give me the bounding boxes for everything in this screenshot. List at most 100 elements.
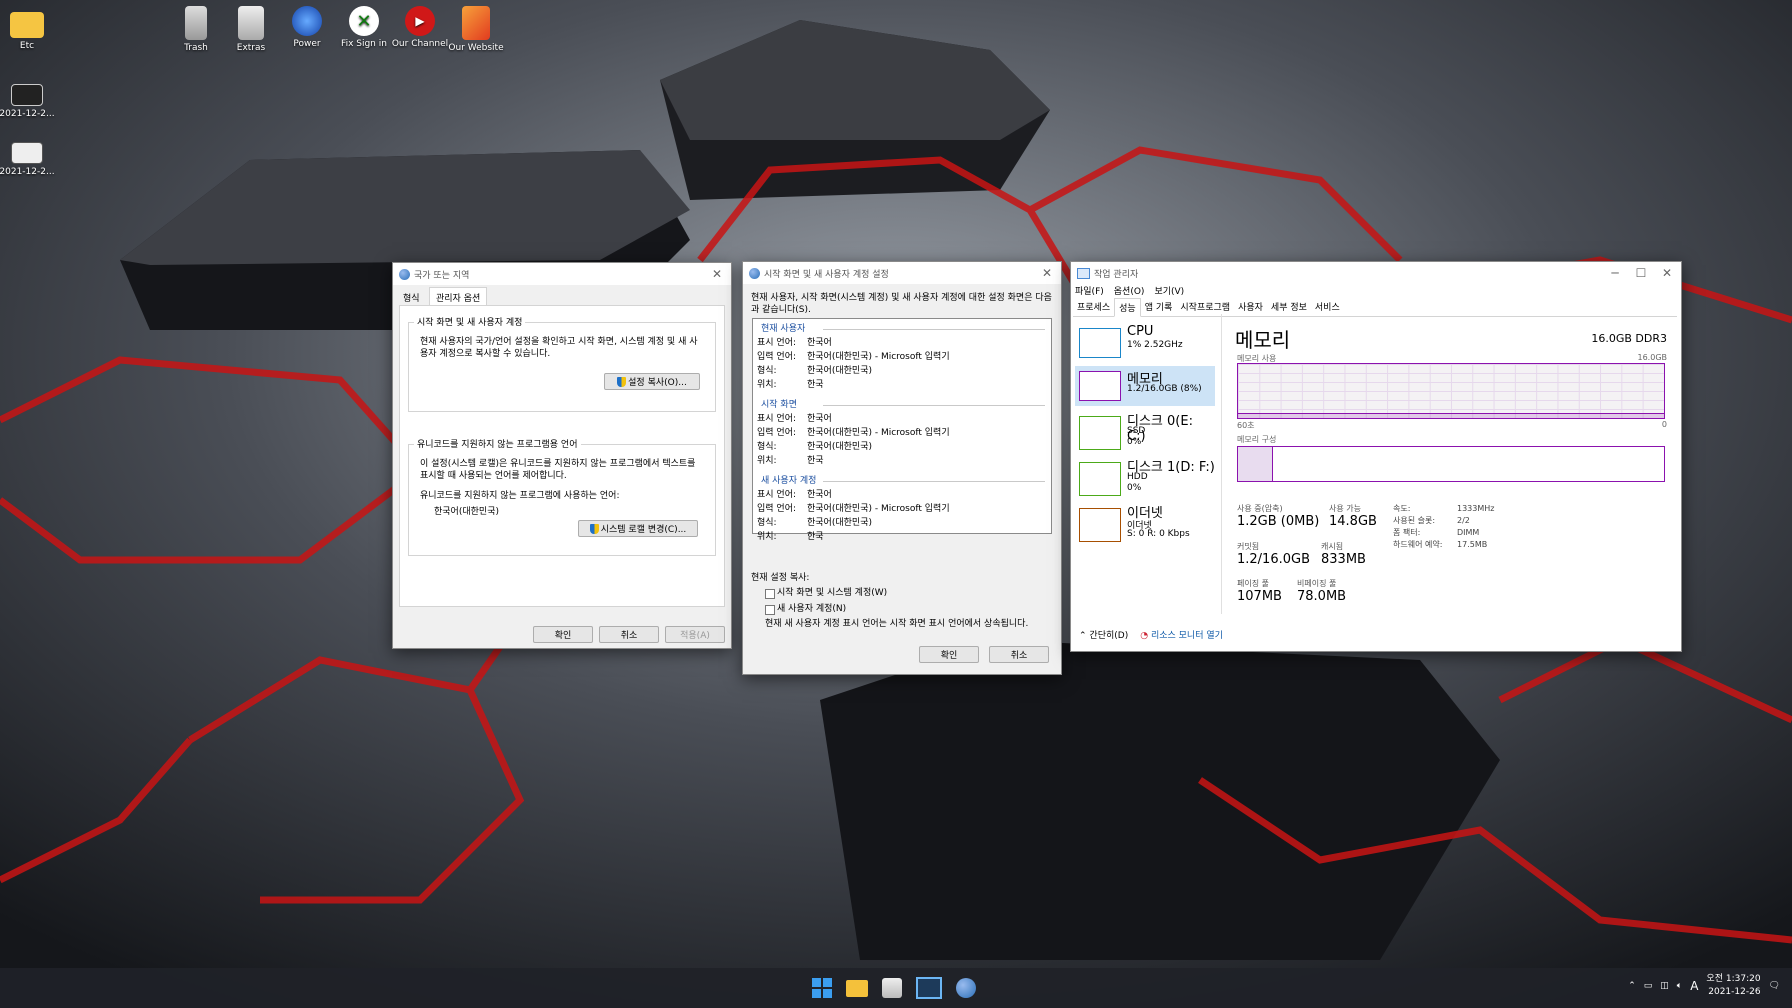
section-header: 새 사용자 계정 [761, 476, 817, 486]
welcome-settings-dialog: 시작 화면 및 새 사용자 계정 설정 ✕ 현재 사용자, 시작 화면(시스템 … [742, 261, 1062, 675]
desktop-icon-label: Extras [236, 43, 266, 53]
paged-label: 페이징 풀 [1237, 579, 1269, 588]
setting-key: 형식: [757, 366, 777, 376]
maximize-icon[interactable]: ☐ [1633, 266, 1649, 280]
desktop-icon-extras[interactable]: Extras [221, 6, 281, 53]
desktop-icon-etc[interactable]: Etc [0, 8, 57, 51]
fewer-details-link[interactable]: ⌃ 간단히(D) [1079, 628, 1128, 641]
setting-value: 한국어(대한민국) - Microsoft 입력기 [807, 504, 950, 514]
ok-button[interactable]: 확인 [533, 626, 593, 643]
sidebar-item-disk1[interactable]: 디스크 1(D: F:) HDD 0% [1075, 456, 1215, 498]
taskmgr-titlebar[interactable]: 작업 관리자 ─ ☐ ✕ [1071, 262, 1681, 284]
close-icon[interactable]: ✕ [1659, 266, 1675, 280]
start-icon[interactable] [812, 978, 832, 998]
sidebar-item-ethernet[interactable]: 이더넷 이더넷 S: 0 R: 0 Kbps [1075, 502, 1215, 544]
section-divider [823, 481, 1045, 482]
notification-area-icon[interactable]: ▭ [1644, 981, 1653, 991]
desktop-icon-screenshot-2[interactable]: 2021-12-2... [0, 136, 57, 177]
network-icon[interactable]: ◫ [1660, 981, 1669, 991]
cancel-button[interactable]: 취소 [599, 626, 659, 643]
copy-settings-button[interactable]: 설정 복사(O)... [604, 373, 700, 390]
ok-button[interactable]: 확인 [919, 646, 979, 663]
setting-key: 위치: [757, 456, 777, 466]
volume-icon[interactable]: 🔈︎ [1677, 981, 1682, 991]
tab-details[interactable]: 세부 정보 [1267, 298, 1311, 316]
close-icon[interactable]: ✕ [709, 267, 725, 281]
footer-bar: ⌃ 간단히(D) ◔ 리소스 모니터 열기 [1079, 628, 1223, 641]
tab-users[interactable]: 사용자 [1234, 298, 1267, 316]
tab-format[interactable]: 형식 [403, 291, 420, 304]
menu-bar: 파일(F) 옵션(O) 보기(V) [1075, 284, 1184, 297]
image-file-icon [11, 142, 43, 164]
section-divider [823, 329, 1045, 330]
sidebar-item-disk0[interactable]: 디스크 0(E: C:) SSD 0% [1075, 410, 1215, 452]
sidebar-item-cpu[interactable]: CPU 1% 2.52GHz [1075, 324, 1215, 362]
new-user-checkbox[interactable] [765, 605, 775, 615]
new-user-checkbox-label: 새 사용자 계정(N) [777, 604, 847, 614]
desktop-icon-label: Our Channel [391, 39, 449, 49]
power-icon [292, 6, 322, 36]
change-locale-button[interactable]: 시스템 로캘 변경(C)... [578, 520, 698, 537]
region-titlebar[interactable]: 국가 또는 지역 ✕ [393, 263, 731, 285]
welcome-group-text: 현재 사용자의 국가/언어 설정을 확인하고 시작 화면, 시스템 계정 및 새… [420, 337, 698, 359]
committed-label: 커밋됨 [1237, 542, 1260, 551]
chevron-up-icon: ⌃ [1079, 631, 1087, 641]
copy-to-label: 현재 설정 복사: [751, 573, 810, 583]
task-manager-window: 작업 관리자 ─ ☐ ✕ 파일(F) 옵션(O) 보기(V) 프로세스 성능 앱… [1070, 261, 1682, 652]
desktop-icon-power[interactable]: Power [277, 6, 337, 49]
inheritance-note: 현재 새 사용자 계정 표시 언어는 시작 화면 표시 언어에서 상속됩니다. [765, 619, 1029, 629]
sidebar-sub: SSD [1127, 426, 1146, 436]
setting-value: 한국 [807, 456, 824, 466]
nonpaged-value: 78.0MB [1297, 589, 1347, 604]
resource-monitor-link[interactable]: ◔ 리소스 모니터 열기 [1140, 628, 1223, 641]
store-icon[interactable] [882, 978, 902, 998]
setting-value: 한국 [807, 532, 824, 542]
sidebar-item-memory[interactable]: 메모리 1.2/16.0GB (8%) [1075, 366, 1215, 406]
menu-view[interactable]: 보기(V) [1154, 284, 1184, 297]
setting-key: 표시 언어: [757, 338, 797, 348]
desktop-icon-trash[interactable]: Trash [166, 6, 226, 53]
cached-label: 캐시됨 [1321, 542, 1344, 551]
chevron-up-icon[interactable]: ⌃ [1628, 981, 1636, 991]
file-explorer-icon[interactable] [846, 979, 868, 997]
task-manager-taskbar-icon[interactable] [916, 977, 942, 999]
desktop-icon-our-website[interactable]: Our Website [446, 6, 506, 53]
desktop-icon-label: Our Website [448, 43, 504, 53]
tab-services[interactable]: 서비스 [1311, 298, 1344, 316]
welcome-titlebar[interactable]: 시작 화면 및 새 사용자 계정 설정 ✕ [743, 262, 1061, 284]
cached-value: 833MB [1321, 552, 1366, 567]
welcome-screen-checkbox[interactable] [765, 589, 775, 599]
notifications-icon[interactable]: 🗨︎ [1769, 981, 1780, 991]
resource-sidebar: CPU 1% 2.52GHz 메모리 1.2/16.0GB (8%) 디스크 0… [1071, 314, 1222, 614]
clock[interactable]: 오전 1:37:20 2021-12-26 [1706, 973, 1760, 999]
tab-admin-options[interactable]: 관리자 옵션 [429, 287, 488, 307]
ime-indicator[interactable]: A [1690, 979, 1698, 993]
desktop-icon-fix-sign-in[interactable]: ✕ Fix Sign in [334, 6, 394, 49]
apply-button[interactable]: 적용(A) [665, 626, 725, 643]
setting-key: 위치: [757, 532, 777, 542]
cancel-button[interactable]: 취소 [989, 646, 1049, 663]
desktop-icon-screenshot-1[interactable]: 2021-12-2... [0, 78, 57, 119]
minimize-icon[interactable]: ─ [1607, 266, 1623, 280]
sidebar-sub: 1% 2.52GHz [1127, 340, 1183, 350]
memory-composition-bar [1237, 446, 1665, 482]
sidebar-sub: HDD [1127, 472, 1148, 482]
sidebar-sub: 0% [1127, 483, 1142, 493]
section-header: 시작 화면 [761, 400, 797, 410]
section-divider [823, 405, 1045, 406]
current-language-label: 유니코드를 지원하지 않는 프로그램에 사용하는 언어: [420, 491, 620, 501]
current-language-value: 한국어(대한민국) [434, 507, 499, 517]
menu-options[interactable]: 옵션(O) [1114, 284, 1145, 297]
task-manager-icon [1077, 267, 1090, 279]
available-label: 사용 가능 [1329, 504, 1361, 513]
setting-value: 한국어 [807, 414, 832, 424]
menu-file[interactable]: 파일(F) [1075, 284, 1104, 297]
time: 1:37:20 [1725, 974, 1761, 984]
region-settings-taskbar-icon[interactable] [956, 978, 976, 998]
ethernet-sparkline-icon [1079, 508, 1121, 542]
close-icon[interactable]: ✕ [1039, 266, 1055, 280]
desktop-icon-our-channel[interactable]: ▶ Our Channel [390, 6, 450, 49]
image-file-icon [11, 84, 43, 106]
in-use-value: 1.2GB (0MB) [1237, 514, 1320, 529]
available-value: 14.8GB [1329, 514, 1377, 529]
